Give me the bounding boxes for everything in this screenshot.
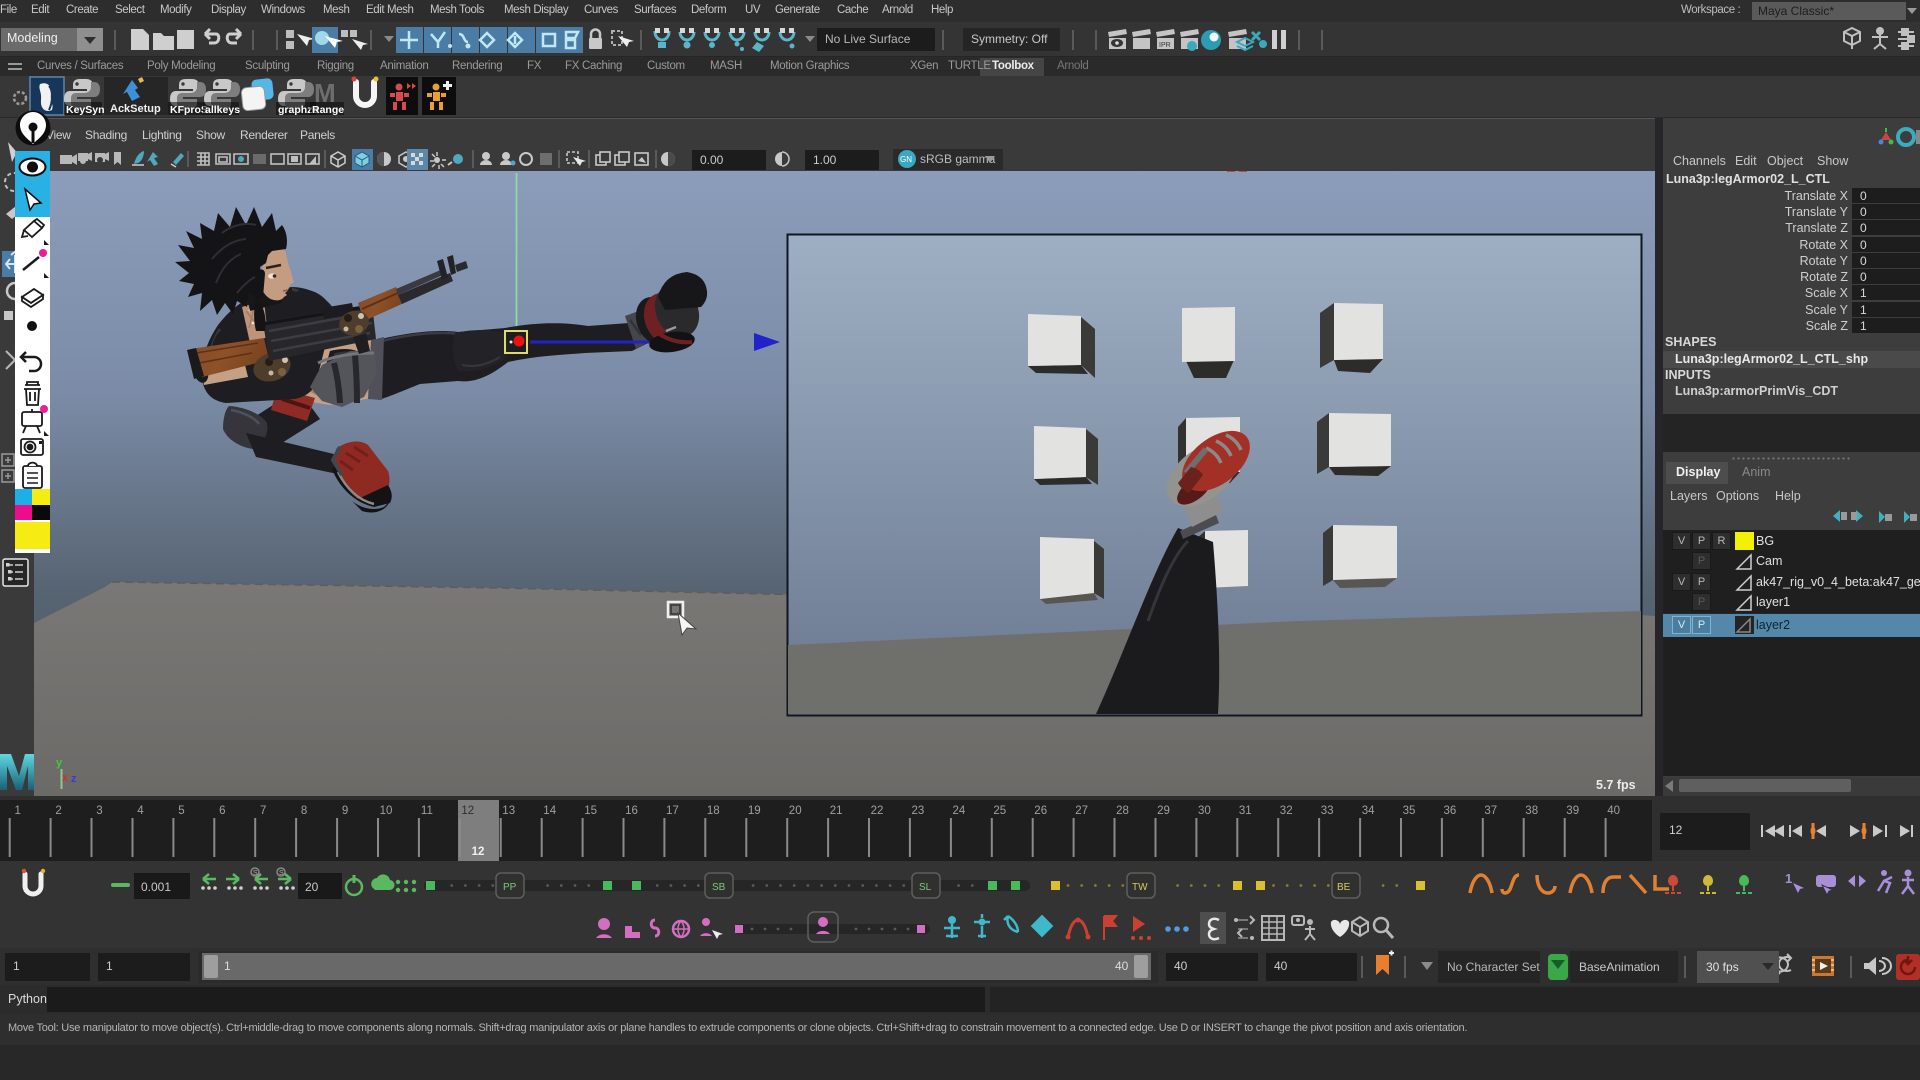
svg-text:KFproS: KFproS xyxy=(170,104,208,116)
svg-text:9: 9 xyxy=(342,805,348,817)
svg-text:35: 35 xyxy=(1403,805,1416,817)
svg-text:SB: SB xyxy=(712,882,726,893)
svg-text:36: 36 xyxy=(1444,805,1457,817)
svg-text:24: 24 xyxy=(953,805,966,817)
svg-text:7: 7 xyxy=(260,805,266,817)
svg-text:GN: GN xyxy=(900,155,912,164)
svg-text:26: 26 xyxy=(1034,805,1047,817)
svg-text:Range: Range xyxy=(312,104,344,116)
svg-text:S: S xyxy=(279,870,284,877)
svg-text:z: z xyxy=(71,773,77,785)
svg-text:KeySyn: KeySyn xyxy=(66,104,105,116)
svg-text:28: 28 xyxy=(1116,805,1129,817)
svg-text:25: 25 xyxy=(993,805,1006,817)
svg-text:TW: TW xyxy=(1132,882,1148,893)
svg-text:14: 14 xyxy=(543,805,556,817)
svg-text:19: 19 xyxy=(748,805,761,817)
svg-text:sRGB gamma: sRGB gamma xyxy=(920,152,996,166)
svg-text:4: 4 xyxy=(137,805,144,817)
svg-text:40: 40 xyxy=(1607,805,1620,817)
svg-text:27: 27 xyxy=(1075,805,1088,817)
svg-text:1: 1 xyxy=(1785,871,1792,886)
svg-text:15: 15 xyxy=(584,805,597,817)
svg-text:34: 34 xyxy=(1362,805,1375,817)
svg-text:20: 20 xyxy=(789,805,802,817)
svg-text:17: 17 xyxy=(666,805,679,817)
svg-text:10: 10 xyxy=(380,805,393,817)
svg-text:SL: SL xyxy=(919,882,932,893)
svg-text:x: x xyxy=(62,772,69,784)
svg-text:allkeys: allkeys xyxy=(205,104,240,116)
svg-text:AckSetup: AckSetup xyxy=(110,103,161,115)
svg-text:8: 8 xyxy=(301,805,307,817)
svg-text:30: 30 xyxy=(1198,805,1211,817)
svg-text:13: 13 xyxy=(502,805,515,817)
svg-text:31: 31 xyxy=(1239,805,1252,817)
svg-text:33: 33 xyxy=(1321,805,1334,817)
svg-text:3: 3 xyxy=(96,805,102,817)
svg-text:39: 39 xyxy=(1566,805,1579,817)
svg-text:PP: PP xyxy=(503,882,517,893)
svg-text:BE: BE xyxy=(1337,882,1351,893)
svg-text:5.7 fps: 5.7 fps xyxy=(1596,778,1636,792)
svg-text:38: 38 xyxy=(1525,805,1538,817)
svg-text:11: 11 xyxy=(421,805,433,817)
svg-text:5: 5 xyxy=(178,805,184,817)
svg-text:12: 12 xyxy=(461,805,474,817)
svg-text:y: y xyxy=(56,757,63,769)
svg-text:IPR: IPR xyxy=(1159,42,1171,49)
svg-text:18: 18 xyxy=(707,805,720,817)
svg-text:16: 16 xyxy=(625,805,638,817)
svg-text:12: 12 xyxy=(472,846,485,858)
svg-text:22: 22 xyxy=(871,805,884,817)
svg-text:6: 6 xyxy=(219,805,225,817)
svg-text:37: 37 xyxy=(1484,805,1497,817)
svg-text:S: S xyxy=(253,870,258,877)
svg-text:1: 1 xyxy=(14,805,20,817)
svg-text:21: 21 xyxy=(830,805,843,817)
svg-text:29: 29 xyxy=(1157,805,1170,817)
svg-text:32: 32 xyxy=(1280,805,1293,817)
svg-text:2: 2 xyxy=(55,805,61,817)
svg-text:20: 20 xyxy=(305,880,319,894)
svg-text:0.001: 0.001 xyxy=(141,880,171,894)
svg-text:23: 23 xyxy=(912,805,925,817)
